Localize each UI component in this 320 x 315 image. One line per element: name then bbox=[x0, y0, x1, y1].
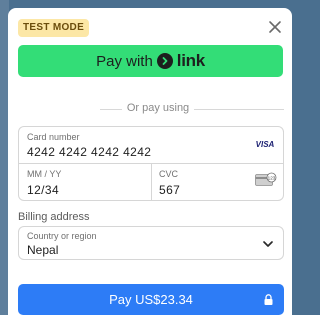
or-pay-using-label: Or pay using bbox=[126, 102, 190, 114]
cvc-value[interactable]: 567 bbox=[159, 183, 180, 197]
pay-with-link-button[interactable]: Pay with link bbox=[18, 45, 283, 77]
card-number-value[interactable]: 4242 4242 4242 4242 bbox=[27, 145, 151, 159]
cvc-label: CVC bbox=[159, 169, 179, 179]
close-button[interactable] bbox=[266, 18, 284, 36]
expiry-field[interactable]: MM / YY 12/34 bbox=[19, 164, 152, 200]
billing-address-heading: Billing address bbox=[18, 211, 90, 223]
expiry-label: MM / YY bbox=[27, 169, 62, 179]
divider-line-right bbox=[194, 109, 284, 110]
svg-text:123: 123 bbox=[268, 175, 276, 180]
cvc-field[interactable]: CVC 567 123 bbox=[152, 164, 283, 200]
pay-button-label: Pay US$23.34 bbox=[109, 292, 193, 307]
payment-sheet: TEST MODE Pay with link Or pay using Car… bbox=[8, 8, 292, 315]
link-brand-label: link bbox=[176, 51, 205, 70]
expiry-value[interactable]: 12/34 bbox=[27, 183, 59, 197]
country-value: Nepal bbox=[27, 243, 59, 257]
card-number-field[interactable]: Card number 4242 4242 4242 4242 VISA bbox=[19, 127, 283, 164]
pay-with-label: Pay with bbox=[96, 52, 153, 70]
card-number-label: Card number bbox=[27, 132, 80, 142]
divider-line-left bbox=[100, 109, 122, 110]
pay-button[interactable]: Pay US$23.34 bbox=[18, 284, 284, 315]
visa-icon: VISA bbox=[255, 140, 275, 149]
cvc-card-icon: 123 bbox=[255, 172, 277, 186]
test-mode-badge: TEST MODE bbox=[18, 19, 90, 37]
country-select[interactable]: Country or region Nepal bbox=[18, 226, 284, 260]
country-label: Country or region bbox=[27, 231, 97, 241]
card-details-group: Card number 4242 4242 4242 4242 VISA MM … bbox=[18, 126, 284, 201]
lock-icon bbox=[264, 294, 273, 305]
chevron-down-icon bbox=[263, 241, 273, 247]
link-arrow-icon bbox=[156, 53, 173, 69]
close-icon bbox=[269, 21, 281, 33]
